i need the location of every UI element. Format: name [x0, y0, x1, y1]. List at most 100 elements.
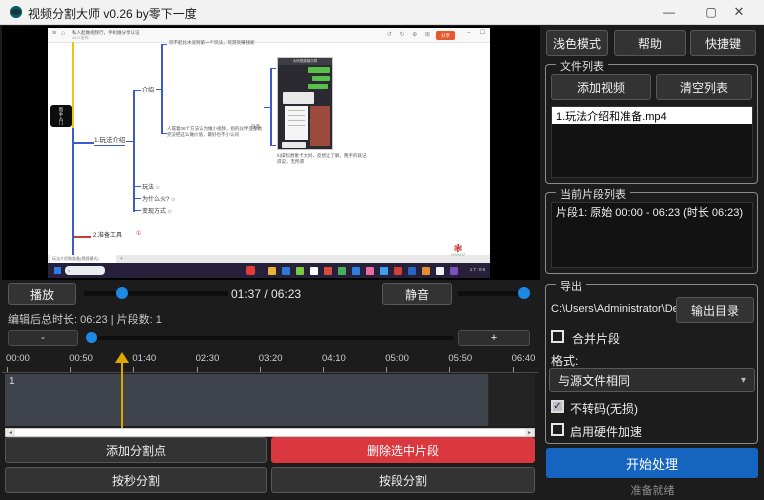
- tick-label: 04:10: [322, 353, 346, 364]
- help-button[interactable]: 帮助: [614, 30, 686, 56]
- volume-slider-handle[interactable]: [518, 287, 530, 299]
- clear-list-button[interactable]: 清空列表: [656, 74, 752, 100]
- mindmap-bracket: [161, 44, 163, 134]
- segment-list-item[interactable]: 片段1: 原始 00:00 - 06:23 (时长 06:23): [552, 203, 752, 220]
- hw-accel-checkbox[interactable]: ✓: [551, 423, 564, 436]
- scroll-left-icon[interactable]: ◄: [6, 429, 15, 436]
- mindmap-bracket: [133, 90, 135, 212]
- mindmap-child-node: 玩法 ⊙: [142, 182, 160, 191]
- shortcuts-button[interactable]: 快捷键: [690, 30, 756, 56]
- playhead-arrow-shaft: [121, 363, 123, 428]
- vf-tabstrip: 玩法介绍和准备(视频模式) +: [48, 255, 490, 263]
- vf-tab: 玩法介绍和准备(视频模式): [50, 255, 116, 263]
- node-badge-icon: ⊙: [168, 209, 172, 215]
- phone-chat-title: 大妈视频娱乐群: [278, 58, 332, 65]
- app-window: 视频分割大师 v0.26 by零下一度 — ▢ ✕ ≡ ⌂ 私人起做视频行，手机…: [0, 0, 764, 500]
- status-text: 准备就绪: [541, 482, 764, 498]
- seek-slider[interactable]: [84, 291, 228, 296]
- close-button[interactable]: ✕: [722, 0, 756, 24]
- taskbar-search: ⌕: [65, 266, 105, 275]
- timeline-scrollbar[interactable]: ◄ ►: [5, 428, 535, 437]
- tick-label: 00:00: [6, 353, 30, 364]
- watermark-logo: ❃〰〰: [442, 244, 474, 270]
- output-dir-button[interactable]: 输出目录: [676, 297, 754, 323]
- minimize-button[interactable]: —: [652, 0, 686, 24]
- split-by-seconds-button[interactable]: 按秒分割: [5, 467, 267, 493]
- tick-label: 05:00: [385, 353, 409, 364]
- time-display: 01:37 / 06:23: [231, 287, 301, 301]
- caret-down-icon: ▾: [741, 375, 746, 386]
- chat-photo: [310, 106, 330, 146]
- node-badge-icon: ⊙: [171, 197, 175, 203]
- zoom-slider[interactable]: [86, 336, 454, 340]
- chat-bubble: [308, 67, 330, 73]
- scroll-right-icon[interactable]: ►: [525, 429, 534, 436]
- light-mode-button[interactable]: 浅色模式: [546, 30, 608, 56]
- mindmap-connector: [134, 90, 141, 91]
- vf-share-button: 分享: [436, 31, 455, 40]
- mindmap-phone-label: 引流: [251, 124, 260, 130]
- mindmap-child-node: 为什么火? ⊙: [142, 194, 175, 203]
- mindmap-branch2: 2.准备工具: [93, 230, 122, 239]
- vf-taskbar: ⌕ 17:09: [48, 263, 490, 278]
- merge-label: 合并片段: [572, 330, 620, 347]
- file-list[interactable]: 1.玩法介绍和准备.mp4: [551, 106, 753, 178]
- mindmap-branch2-badge: ①: [136, 230, 141, 237]
- mindmap-intro-node: 介绍: [142, 85, 154, 94]
- tick-mark: [386, 367, 387, 372]
- vf-app-title: 私人起做视频行，手机做分享认证 v2.0 协作: [72, 30, 140, 40]
- add-video-button[interactable]: 添加视频: [551, 74, 651, 100]
- zoom-out-button[interactable]: -: [8, 330, 78, 346]
- delete-segment-button[interactable]: 删除选中片段: [271, 437, 535, 463]
- format-select[interactable]: 与源文件相同 ▾: [549, 368, 755, 392]
- tick-mark: [513, 367, 514, 372]
- merge-checkbox[interactable]: ✓: [551, 330, 564, 343]
- vf-toolbar: ≡ ⌂ 私人起做视频行，手机做分享认证 v2.0 协作 ↺ ↻ ⊕ ⊞ ⚙ 分享…: [48, 28, 490, 43]
- mindmap-red-connector: [74, 236, 91, 238]
- mindmap-connector: [134, 210, 141, 211]
- mindmap-connector: [126, 141, 133, 142]
- taskbar-app-icon: [246, 266, 255, 275]
- node-badge-icon: ⊙: [156, 185, 160, 191]
- start-processing-button[interactable]: 开始处理: [546, 448, 758, 478]
- tick-label: 02:30: [196, 353, 220, 364]
- zoom-slider-handle[interactable]: [86, 332, 97, 343]
- timeline-track[interactable]: 1: [5, 374, 535, 426]
- chat-note: [283, 92, 314, 104]
- mindmap-connector: [162, 44, 167, 45]
- timeline-segment[interactable]: 1: [5, 374, 489, 426]
- tick-label: 03:20: [259, 353, 283, 364]
- output-path: C:\Users\Administrator\De: [551, 303, 679, 315]
- chat-bubble: [308, 84, 328, 89]
- home-icon: ⌂: [61, 30, 65, 37]
- mindmap-root-node: 新手入门: [50, 105, 72, 127]
- mindmap-connector: [264, 107, 270, 108]
- zoom-in-button[interactable]: +: [458, 330, 530, 346]
- taskbar-app-icon: [282, 267, 290, 275]
- taskbar-app-icon: [352, 267, 360, 275]
- menu-icon: ≡: [52, 30, 56, 37]
- mindmap-spine: [72, 128, 74, 258]
- play-button[interactable]: 播放: [8, 283, 76, 305]
- tick-mark: [70, 367, 71, 372]
- tick-label: 06:40: [512, 353, 536, 364]
- vf-window-controls: – ☐: [467, 29, 489, 36]
- taskbar-app-icon: [366, 267, 374, 275]
- seek-slider-handle[interactable]: [116, 287, 128, 299]
- taskbar-app-icon: [422, 267, 430, 275]
- mute-button[interactable]: 静音: [382, 283, 452, 305]
- tick-mark: [449, 367, 450, 372]
- file-list-item[interactable]: 1.玩法介绍和准备.mp4: [552, 107, 752, 124]
- windows-start-icon: [54, 267, 61, 274]
- timeline-ruler: 00:0000:5001:4002:3003:2004:1005:0005:50…: [2, 351, 538, 373]
- video-preview[interactable]: ≡ ⌂ 私人起做视频行，手机做分享认证 v2.0 协作 ↺ ↻ ⊕ ⊞ ⚙ 分享…: [2, 26, 540, 280]
- chat-row: [282, 142, 306, 148]
- chat-bubble: [312, 76, 330, 81]
- no-transcode-checkbox[interactable]: ✓: [551, 400, 564, 413]
- segment-list[interactable]: 片段1: 原始 00:00 - 06:23 (时长 06:23): [551, 202, 753, 268]
- tick-mark: [260, 367, 261, 372]
- chat-menu: [285, 106, 308, 140]
- add-split-button[interactable]: 添加分割点: [5, 437, 267, 463]
- split-by-segments-button[interactable]: 按段分割: [271, 467, 535, 493]
- format-value: 与源文件相同: [558, 372, 630, 389]
